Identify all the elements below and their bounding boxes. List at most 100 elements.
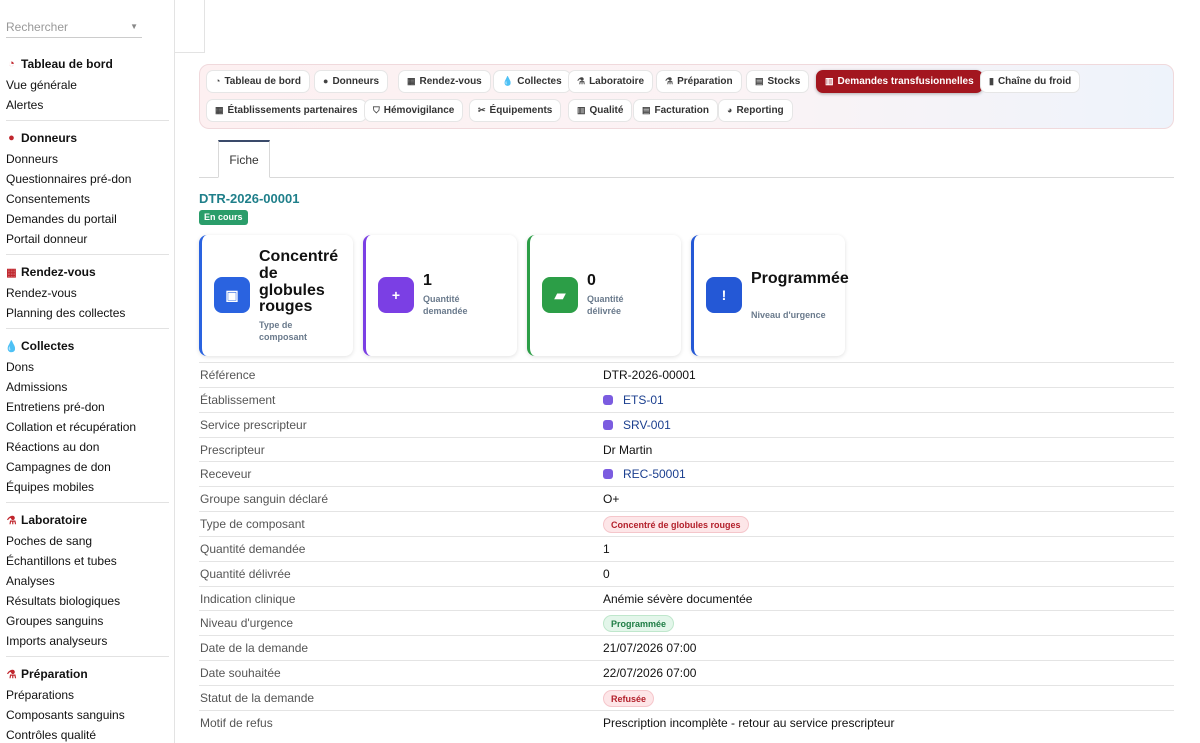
sidebar-item[interactable]: Résultats biologiques	[6, 591, 169, 611]
tab-bar: Fiche	[199, 140, 1174, 178]
sidebar-item[interactable]: Analyses	[6, 571, 169, 591]
sidebar-item[interactable]: Donneurs	[6, 149, 169, 169]
sidebar-group-header[interactable]: ● Donneurs	[6, 127, 169, 149]
truck-icon: ▰	[542, 277, 578, 313]
sidebar-group-header[interactable]: ◔ Tableau de bord	[6, 53, 169, 75]
sidebar-item[interactable]: Composants sanguins	[6, 705, 169, 725]
nav-pill--tablissements-partenaires[interactable]: ▦ Établissements partenaires	[206, 99, 367, 122]
sidebar-divider	[6, 656, 169, 657]
field-value: 1	[603, 541, 610, 556]
sidebar-item[interactable]: Dons	[6, 357, 169, 377]
sidebar-item[interactable]: Consentements	[6, 189, 169, 209]
card-value: 1	[423, 272, 432, 289]
sidebar-item[interactable]: Vue générale	[6, 75, 169, 95]
nav-pill-donneurs[interactable]: ● Donneurs	[314, 70, 389, 93]
nav-pill-reporting[interactable]: ◕ Reporting	[718, 99, 793, 122]
link-text[interactable]: REC-50001	[623, 467, 686, 481]
user-icon: ●	[323, 76, 329, 86]
chart-pie-icon: ◕	[727, 105, 733, 115]
link-text[interactable]: SRV-001	[623, 418, 671, 432]
sidebar-item[interactable]: Campagnes de don	[6, 457, 169, 477]
sidebar-group-title: Laboratoire	[21, 513, 88, 527]
sidebar-group-header[interactable]: 💧 Collectes	[5, 335, 169, 357]
sidebar-item[interactable]: Entretiens pré-don	[6, 397, 169, 417]
field-value: 0	[603, 566, 610, 581]
sidebar-item[interactable]: Portail donneur	[6, 229, 169, 249]
sidebar-group-title: Préparation	[21, 667, 88, 681]
sidebar-item[interactable]: Imports analyseurs	[6, 631, 169, 651]
nav-pill-label: Facturation	[654, 105, 709, 116]
field-label: Service prescripteur	[200, 417, 307, 432]
value-badge: Refusée	[603, 689, 655, 707]
table-row: Motif de refus Prescription incomplète - …	[199, 709, 1174, 735]
field-link[interactable]: SRV-001	[603, 413, 671, 437]
nav-pill-laboratoire[interactable]: ⚗ Laboratoire	[568, 70, 654, 93]
search-select[interactable]: Rechercher ▼	[6, 16, 142, 38]
header-corner	[175, 0, 205, 53]
field-label: Groupe sanguin déclaré	[200, 492, 329, 507]
sidebar-group-title: Rendez-vous	[21, 265, 96, 279]
sidebar-group-title: Collectes	[21, 339, 75, 353]
sidebar-group: 💧 Collectes Dons Admissions Entretiens pré-d…	[0, 335, 174, 497]
microscope-icon: ⚗	[577, 76, 586, 86]
nav-pill-stocks[interactable]: ▤ Stocks	[746, 70, 810, 93]
field-value: Concentré de globules rouges	[603, 512, 749, 536]
nav-pill-label: Donneurs	[332, 76, 380, 87]
sidebar-group-header[interactable]: ⚗ Laboratoire	[6, 509, 169, 531]
link-text[interactable]: ETS-01	[623, 393, 664, 407]
sidebar-group-header[interactable]: ▦ Rendez-vous	[6, 261, 169, 283]
sidebar-item[interactable]: Groupes sanguins	[6, 611, 169, 631]
nav-pill--quipements[interactable]: ✂ Équipements	[469, 99, 562, 122]
sidebar-group-header[interactable]: ⚗ Préparation	[6, 663, 169, 685]
nav-pill-label: Demandes transfusionnelles	[837, 76, 974, 87]
nav-pill-rendez-vous[interactable]: ▦ Rendez-vous	[398, 70, 491, 93]
sidebar-item[interactable]: Collation et récupération	[6, 417, 169, 437]
field-value: Refusée	[603, 686, 655, 710]
table-row: Quantité délivrée 0	[199, 560, 1174, 586]
nav-pill-cha-ne-du-froid[interactable]: ▮ Chaîne du froid	[980, 70, 1081, 93]
table-row: Établissement ETS-01	[199, 386, 1174, 412]
sidebar-divider	[6, 328, 169, 329]
sidebar-item[interactable]: Poches de sang	[6, 531, 169, 551]
sidebar-item[interactable]: Échantillons et tubes	[6, 551, 169, 571]
card-label: Type de composant	[259, 320, 308, 342]
nav-pill-label: Reporting	[736, 105, 784, 116]
sidebar-item[interactable]: Admissions	[6, 377, 169, 397]
field-label: Quantité délivrée	[200, 566, 291, 581]
table-row: Date de la demande 21/07/2026 07:00	[199, 635, 1174, 660]
field-link[interactable]: REC-50001	[603, 462, 686, 486]
module-nav: ◔ Tableau de bord ● Donneurs ▦ Rendez-vous 💧 Co…	[199, 64, 1174, 129]
nav-pill-h-movigilance[interactable]: ⛉ Hémovigilance	[364, 99, 464, 122]
card-value: Concentré de globules rouges	[259, 248, 339, 316]
summary-card: ! Programmée Niveau d'urgence	[691, 235, 849, 356]
sidebar-item[interactable]: Équipes mobiles	[6, 477, 169, 497]
record-link-icon	[603, 394, 613, 405]
sidebar-item[interactable]: Questionnaires pré-don	[6, 169, 169, 189]
sidebar-item[interactable]: Rendez-vous	[6, 283, 169, 303]
sidebar-item[interactable]: Demandes du portail	[6, 209, 169, 229]
sidebar-item[interactable]: Préparations	[6, 685, 169, 705]
sidebar-item[interactable]: Planning des collectes	[6, 303, 169, 323]
field-label: Quantité demandée	[200, 541, 306, 556]
field-link[interactable]: ETS-01	[603, 388, 664, 412]
tools-icon: ✂	[478, 105, 486, 115]
gauge-icon: ◔	[215, 76, 221, 86]
card-value: Programmée	[751, 270, 849, 287]
tab-fiche[interactable]: Fiche	[218, 140, 270, 178]
nav-pill-collectes[interactable]: 💧 Collectes	[493, 70, 571, 93]
nav-pill-demandes-transfusionnelles[interactable]: ▥ Demandes transfusionnelles	[816, 70, 983, 93]
sidebar-item[interactable]: Réactions au don	[6, 437, 169, 457]
sidebar-divider	[6, 120, 169, 121]
field-label: Indication clinique	[200, 591, 296, 606]
chevron-down-icon[interactable]: ▼	[130, 16, 138, 38]
sidebar-item[interactable]: Alertes	[6, 95, 169, 115]
nav-pill-qualit-[interactable]: ▥ Qualité	[568, 99, 633, 122]
nav-pill-label: Stocks	[767, 76, 801, 87]
field-value: DTR-2026-00001	[603, 368, 696, 382]
nav-pill-label: Tableau de bord	[224, 76, 301, 87]
nav-pill-facturation[interactable]: ▤ Facturation	[633, 99, 718, 122]
nav-pill-pr-paration[interactable]: ⚗ Préparation	[656, 70, 742, 93]
flask-icon: ⚗	[6, 668, 17, 681]
nav-pill-tableau-de-bord[interactable]: ◔ Tableau de bord	[206, 70, 310, 93]
sidebar-item[interactable]: Contrôles qualité	[6, 725, 169, 743]
